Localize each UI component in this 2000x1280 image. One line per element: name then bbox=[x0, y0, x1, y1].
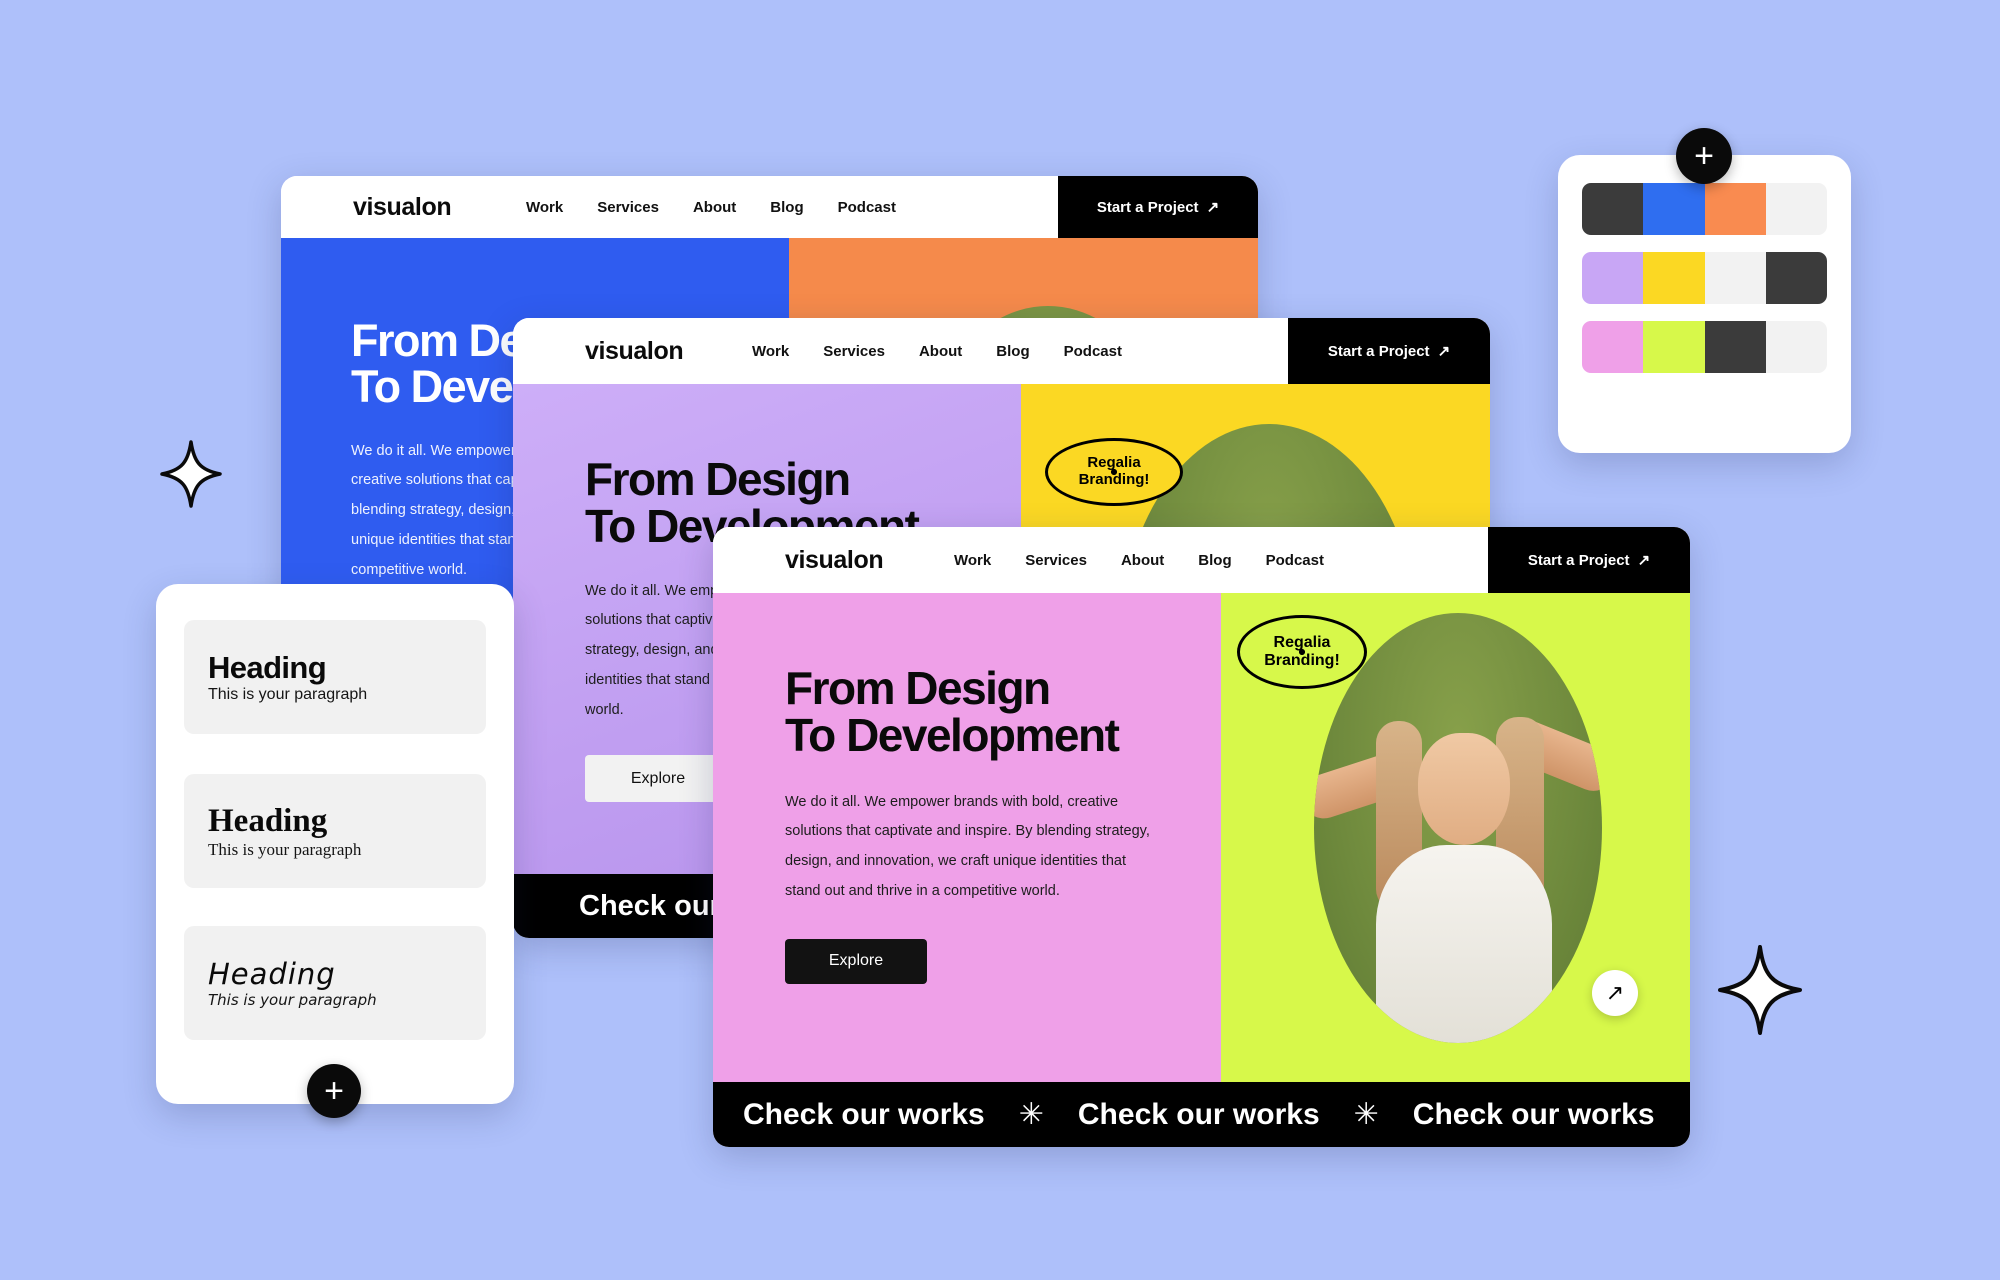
palette-swatch[interactable] bbox=[1643, 252, 1705, 304]
palette-row-1[interactable] bbox=[1582, 183, 1827, 235]
nav-link-blog[interactable]: Blog bbox=[996, 343, 1029, 360]
palette-swatch[interactable] bbox=[1582, 321, 1644, 373]
sparkle-left-icon bbox=[160, 440, 222, 508]
add-typography-button[interactable]: + bbox=[307, 1064, 361, 1118]
mockup-stage: visualon Work Services About Blog Podcas… bbox=[0, 0, 2000, 1280]
hero-heading-pink: From Design To Development bbox=[785, 662, 1120, 762]
portrait-face bbox=[1418, 733, 1510, 845]
palette-panel[interactable] bbox=[1558, 155, 1851, 453]
hero-pink: From Design To Development We do it all.… bbox=[713, 593, 1690, 1082]
type-card-serif[interactable]: Heading This is your paragraph bbox=[184, 774, 486, 888]
brand-logo[interactable]: visualon bbox=[513, 318, 728, 384]
nav-links-purple: Work Services About Blog Podcast bbox=[728, 318, 1288, 384]
nav-link-podcast[interactable]: Podcast bbox=[1064, 343, 1122, 360]
nav-link-work[interactable]: Work bbox=[954, 552, 991, 569]
nav-link-services[interactable]: Services bbox=[823, 343, 885, 360]
explore-button-pink[interactable]: Explore bbox=[785, 938, 927, 984]
palette-swatch[interactable] bbox=[1765, 252, 1827, 304]
nav-link-work[interactable]: Work bbox=[752, 343, 789, 360]
type-card-sans[interactable]: Heading This is your paragraph bbox=[184, 620, 486, 734]
start-project-button-purple[interactable]: Start a Project ↗ bbox=[1288, 318, 1490, 384]
portrait-arrow-button[interactable]: ↗ bbox=[1592, 970, 1638, 1016]
palette-swatch[interactable] bbox=[1704, 321, 1766, 373]
palette-swatch[interactable] bbox=[1704, 252, 1766, 304]
palette-swatch[interactable] bbox=[1765, 183, 1827, 235]
nav-link-blog[interactable]: Blog bbox=[1198, 552, 1231, 569]
start-project-label: Start a Project bbox=[1096, 198, 1199, 216]
type-card-paragraph: This is your paragraph bbox=[208, 839, 362, 859]
arrow-up-right-icon: ↗ bbox=[1437, 343, 1451, 360]
palette-swatch[interactable] bbox=[1765, 321, 1827, 373]
navbar-blue: visualon Work Services About Blog Podcas… bbox=[281, 176, 1258, 238]
palette-swatch[interactable] bbox=[1582, 183, 1644, 235]
type-card-heading: Heading bbox=[208, 650, 327, 685]
nav-link-about[interactable]: About bbox=[919, 343, 962, 360]
ticker-separator-3: ✳ bbox=[1689, 1097, 1690, 1132]
ticker-separator-1: ✳ bbox=[1018, 1098, 1044, 1131]
nav-link-about[interactable]: About bbox=[693, 199, 736, 216]
start-project-label: Start a Project bbox=[1327, 342, 1430, 360]
ticker-pink: Check our works ✳ Check our works ✳ Chec… bbox=[713, 1082, 1690, 1147]
sparkle-right-icon bbox=[1718, 945, 1802, 1035]
ticker-item-1: Check our works bbox=[743, 1097, 985, 1131]
ticker-item-3: Check our works bbox=[1412, 1097, 1655, 1131]
arrow-up-right-icon: ↗ bbox=[1637, 552, 1651, 569]
speech-bubble-purple: Regalia Branding! bbox=[1045, 438, 1183, 506]
start-project-button-blue[interactable]: Start a Project ↗ bbox=[1058, 176, 1258, 238]
nav-link-podcast[interactable]: Podcast bbox=[838, 199, 896, 216]
type-card-paragraph: This is your paragraph bbox=[208, 686, 368, 703]
hero-right-pink: Regalia Branding! ↗ bbox=[1221, 593, 1690, 1082]
typography-panel[interactable]: Heading This is your paragraph Heading T… bbox=[156, 584, 514, 1118]
brand-logo[interactable]: visualon bbox=[281, 176, 496, 238]
navbar-purple: visualon Work Services About Blog Podcas… bbox=[513, 318, 1490, 384]
type-card-heading: Heading bbox=[208, 802, 328, 839]
nav-links-blue: Work Services About Blog Podcast bbox=[496, 176, 1058, 238]
palette-swatch[interactable] bbox=[1704, 183, 1766, 235]
hero-left-pink: From Design To Development We do it all.… bbox=[713, 593, 1221, 1082]
ticker-separator-2: ✳ bbox=[1353, 1098, 1379, 1131]
palette-swatch[interactable] bbox=[1643, 183, 1705, 235]
nav-link-about[interactable]: About bbox=[1121, 552, 1164, 569]
palette-swatch[interactable] bbox=[1643, 321, 1705, 373]
browser-card-pink[interactable]: visualon Work Services About Blog Podcas… bbox=[713, 527, 1690, 1147]
hero-paragraph-pink: We do it all. We empower brands with bol… bbox=[785, 793, 1150, 899]
add-palette-button[interactable]: + bbox=[1676, 128, 1732, 184]
portrait-shirt bbox=[1376, 845, 1552, 1043]
nav-link-services[interactable]: Services bbox=[597, 199, 659, 216]
portrait-image-pink bbox=[1314, 613, 1602, 1043]
speech-bubble-pink: Regalia Branding! bbox=[1237, 615, 1367, 689]
nav-link-work[interactable]: Work bbox=[526, 199, 563, 216]
nav-links-pink: Work Services About Blog Podcast bbox=[928, 527, 1488, 593]
explore-label: Explore bbox=[828, 952, 884, 970]
nav-link-services[interactable]: Services bbox=[1025, 552, 1087, 569]
explore-label: Explore bbox=[630, 769, 686, 787]
nav-link-blog[interactable]: Blog bbox=[770, 199, 803, 216]
arrow-up-right-icon: ↗ bbox=[1206, 199, 1220, 216]
explore-button-purple[interactable]: Explore bbox=[585, 755, 731, 803]
speech-bubble-text: Regalia Branding! bbox=[1264, 634, 1340, 669]
navbar-pink: visualon Work Services About Blog Podcas… bbox=[713, 527, 1690, 593]
type-card-paragraph: This is your paragraph bbox=[208, 991, 377, 1009]
type-card-heading: Heading bbox=[208, 957, 336, 991]
start-project-label: Start a Project bbox=[1527, 551, 1630, 569]
type-card-handwriting[interactable]: Heading This is your paragraph bbox=[184, 926, 486, 1040]
start-project-button-pink[interactable]: Start a Project ↗ bbox=[1488, 527, 1690, 593]
nav-link-podcast[interactable]: Podcast bbox=[1266, 552, 1324, 569]
ticker-item-2: Check our works bbox=[1077, 1097, 1320, 1131]
palette-row-3[interactable] bbox=[1582, 321, 1827, 373]
palette-swatch[interactable] bbox=[1582, 252, 1644, 304]
brand-logo[interactable]: visualon bbox=[713, 527, 928, 593]
palette-row-2[interactable] bbox=[1582, 252, 1827, 304]
